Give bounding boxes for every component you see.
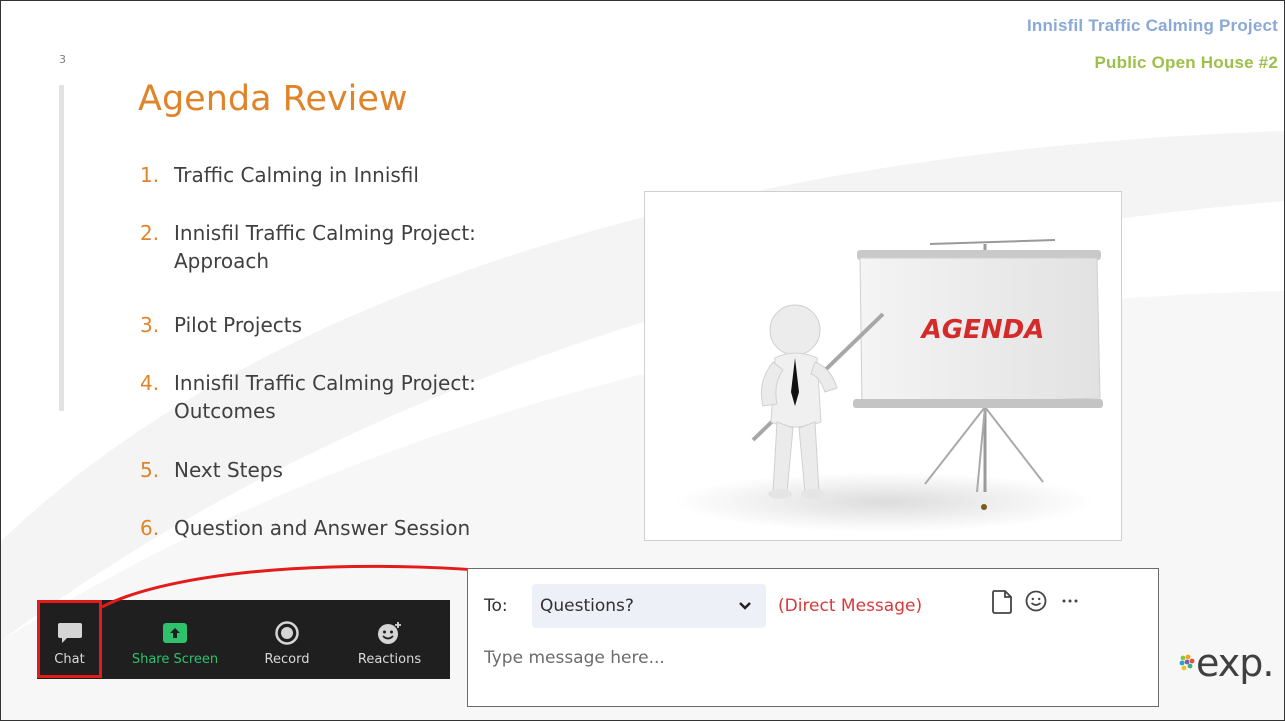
agenda-item-text: Innisfil Traffic Calming Project: Outcom… <box>174 371 476 423</box>
agenda-item-text: Pilot Projects <box>174 313 303 337</box>
record-label: Record <box>264 652 310 667</box>
exp-logo: exp. <box>1178 641 1274 685</box>
share-screen-label: Share Screen <box>131 652 219 667</box>
record-icon <box>275 620 299 646</box>
chat-highlight-box <box>37 600 102 678</box>
header-event-subtitle: Public Open House #2 <box>1094 53 1278 72</box>
exp-logo-mark <box>1179 654 1195 671</box>
agenda-presenter-image: AGENDA <box>644 191 1122 541</box>
agenda-item-text: Innisfil Traffic Calming Project: Approa… <box>174 221 476 273</box>
agenda-item-text: Question and Answer Session <box>174 516 471 540</box>
reactions-label: Reactions <box>357 652 422 667</box>
record-button[interactable]: Record <box>247 600 327 679</box>
chevron-down-icon <box>738 599 752 617</box>
agenda-item-text: Traffic Calming in Innisfil <box>174 163 419 187</box>
agenda-item: 6. Question and Answer Session <box>140 514 614 542</box>
reactions-smiley-icon <box>376 620 404 646</box>
to-label: To: <box>484 596 508 616</box>
board-agenda-text: AGENDA <box>920 315 1045 345</box>
agenda-item-text: Next Steps <box>174 458 283 482</box>
agenda-item-number: 5. <box>140 458 160 482</box>
reactions-button[interactable]: Reactions <box>342 600 437 679</box>
agenda-item: 5. Next Steps <box>140 456 614 484</box>
file-icon[interactable] <box>991 589 1013 620</box>
agenda-item-number: 4. <box>140 371 160 395</box>
chat-panel: To: Questions? (Direct Message) <box>467 568 1159 707</box>
slide: 3 Innisfil Traffic Calming Project Publi… <box>0 0 1285 721</box>
slide-number: 3 <box>59 53 66 66</box>
share-screen-button[interactable]: Share Screen <box>120 600 230 679</box>
emoji-icon[interactable] <box>1024 589 1048 618</box>
recipient-dropdown[interactable]: Questions? <box>532 584 766 628</box>
exp-logo-text: exp. <box>1196 641 1274 685</box>
agenda-item-number: 3. <box>140 313 160 337</box>
agenda-item-number: 2. <box>140 221 160 245</box>
recipient-value: Questions? <box>540 596 634 616</box>
agenda-item-number: 1. <box>140 163 160 187</box>
header-project-title: Innisfil Traffic Calming Project <box>1026 16 1278 35</box>
agenda-item: 1. Traffic Calming in Innisfil <box>140 161 614 189</box>
share-screen-icon <box>162 620 188 646</box>
page-title: Agenda Review <box>138 79 408 119</box>
agenda-item: 3. Pilot Projects <box>140 311 614 339</box>
more-options-icon[interactable] <box>1060 589 1080 618</box>
presenter-illustration: AGENDA <box>675 239 1103 532</box>
agenda-item: 2. Innisfil Traffic Calming Project: App… <box>140 219 485 275</box>
agenda-item: 4. Innisfil Traffic Calming Project: Out… <box>140 369 485 425</box>
agenda-item-number: 6. <box>140 516 160 540</box>
direct-message-label: (Direct Message) <box>778 596 923 616</box>
message-input[interactable] <box>484 643 1084 673</box>
left-accent-bar <box>59 85 64 411</box>
